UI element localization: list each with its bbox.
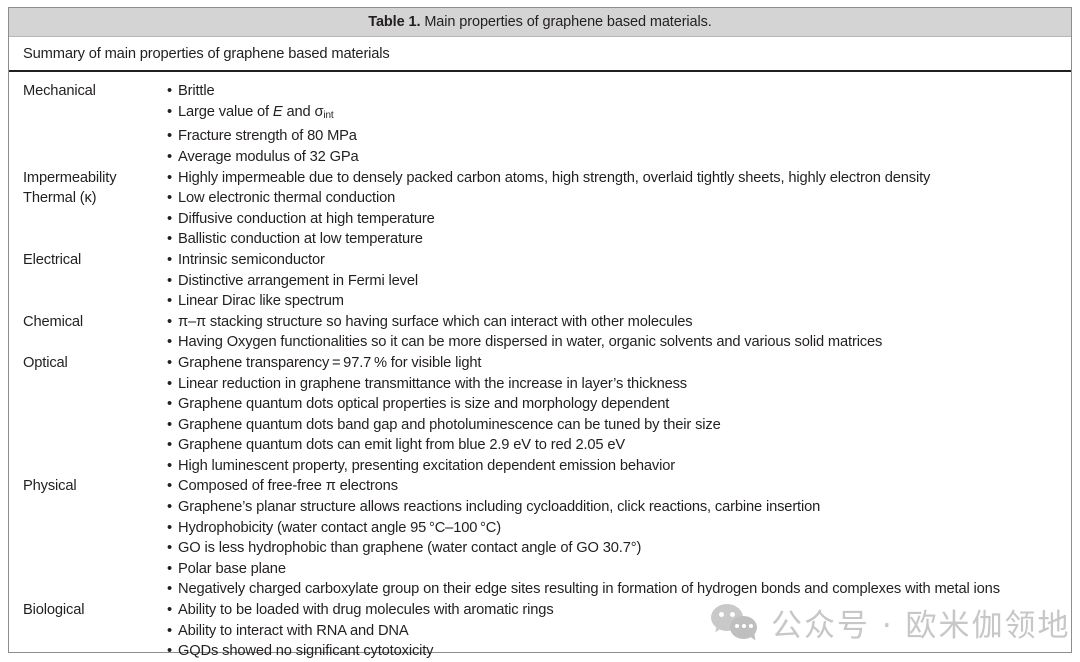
table-row: Mechanical BrittleLarge value of E and σi… [9, 81, 1071, 168]
property-item: Graphene transparency = 97.7 % for visib… [167, 353, 1071, 374]
property-item-list: Composed of free-free π electronsGraphen… [167, 476, 1071, 600]
property-item-list: Low electronic thermal conductionDiffusi… [167, 188, 1071, 250]
property-item: Ability to be loaded with drug molecules… [167, 600, 1071, 621]
property-category-label: Physical [23, 478, 77, 495]
property-item: Low electronic thermal conduction [167, 188, 1071, 209]
property-item: Brittle [167, 81, 1071, 102]
table-row: Impermeability Highly impermeable due to … [9, 168, 1071, 189]
table-caption: Table 1. Main properties of graphene bas… [368, 14, 712, 30]
property-item-list: BrittleLarge value of E and σintFracture… [167, 81, 1071, 168]
property-item: Graphene quantum dots can emit light fro… [167, 435, 1071, 456]
property-item-list: Highly impermeable due to densely packed… [167, 168, 1071, 189]
page-canvas: Table 1. Main properties of graphene bas… [0, 0, 1080, 661]
property-item-list: Graphene transparency = 97.7 % for visib… [167, 353, 1071, 477]
property-item: Ballistic conduction at low temperature [167, 229, 1071, 250]
property-item: GO is less hydrophobic than graphene (wa… [167, 538, 1071, 559]
property-item: π–π stacking structure so having surface… [167, 312, 1071, 333]
property-item: Average modulus of 32 GPa [167, 147, 1071, 168]
property-category-label: Electrical [23, 251, 82, 268]
table-1: Table 1. Main properties of graphene bas… [8, 7, 1072, 661]
table-caption-text: Main properties of graphene based materi… [424, 14, 712, 30]
property-category-label: Impermeability [23, 169, 117, 186]
property-item: Distinctive arrangement in Fermi level [167, 271, 1071, 292]
property-item: Linear Dirac like spectrum [167, 291, 1071, 312]
property-item: Graphene quantum dots optical properties… [167, 394, 1071, 415]
table-caption-label: Table 1. [368, 14, 421, 30]
property-category-label: Optical [23, 354, 68, 371]
table-body: Mechanical BrittleLarge value of E and σi… [9, 72, 1071, 662]
property-item: Large value of E and σint [167, 102, 1071, 127]
property-item: Negatively charged carboxylate group on … [167, 579, 1071, 600]
table-row: Thermal (κ) Low electronic thermal conduc… [9, 188, 1071, 250]
property-item: Intrinsic semiconductor [167, 250, 1071, 271]
property-item: Graphene quantum dots band gap and photo… [167, 415, 1071, 436]
property-item: Highly impermeable due to densely packed… [167, 168, 1071, 189]
property-item: Ability to interact with RNA and DNA [167, 621, 1071, 642]
property-item-list: π–π stacking structure so having surface… [167, 312, 1071, 353]
table-row: Physical Composed of free-free π electron… [9, 476, 1071, 600]
property-item: Composed of free-free π electrons [167, 476, 1071, 497]
property-item: Linear reduction in graphene transmittan… [167, 374, 1071, 395]
table-caption-band: Table 1. Main properties of graphene bas… [9, 8, 1071, 37]
property-category-label: Mechanical [23, 83, 96, 99]
table-summary-text: Summary of main properties of graphene b… [23, 45, 390, 62]
property-item: Hydrophobicity (water contact angle 95 °… [167, 518, 1071, 539]
property-category-label: Chemical [23, 313, 84, 330]
property-item: Diffusive conduction at high temperature [167, 209, 1071, 230]
property-item: Having Oxygen functionalities so it can … [167, 332, 1071, 353]
property-item: High luminescent property, presenting ex… [167, 456, 1071, 477]
property-category-label: Thermal (κ) [23, 190, 97, 207]
property-item: Graphene’s planar structure allows react… [167, 497, 1071, 518]
table-row: Optical Graphene transparency = 97.7 % fo… [9, 353, 1071, 477]
property-item: GQDs showed no significant cytotoxicity [167, 641, 1071, 662]
table-row: Chemical π–π stacking structure so having… [9, 312, 1071, 353]
property-item: Fracture strength of 80 MPa [167, 126, 1071, 147]
table-summary-row: Summary of main properties of graphene b… [9, 37, 1071, 72]
property-item: Polar base plane [167, 559, 1071, 580]
table-row: Electrical Intrinsic semiconductorDistinc… [9, 250, 1071, 312]
property-category-label: Biological [23, 602, 85, 619]
property-item-list: Intrinsic semiconductorDistinctive arran… [167, 250, 1071, 312]
table-row: Biological Ability to be loaded with drug… [9, 600, 1071, 662]
property-item-list: Ability to be loaded with drug molecules… [167, 600, 1071, 662]
